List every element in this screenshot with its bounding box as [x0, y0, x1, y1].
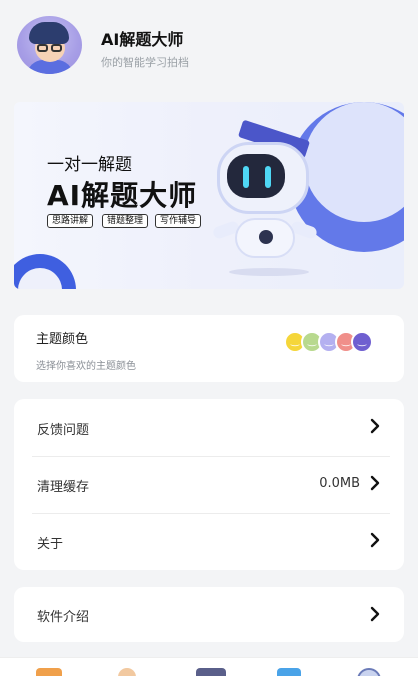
promo-banner[interactable]: 一对一解题 AI解题大师 思路讲解 错题整理 写作辅导 [14, 102, 404, 289]
profile-header: AI解题大师 你的智能学习拍档 [0, 0, 418, 92]
theme-title: 主题颜色 [36, 332, 89, 347]
banner-tag: 思路讲解 [47, 214, 94, 228]
bottom-tab-bar [0, 657, 418, 676]
banner-tag: 写作辅导 [155, 214, 202, 228]
menu-item-label: 清理缓存 [37, 480, 90, 495]
person-icon[interactable] [118, 668, 136, 676]
menu-item-software-intro[interactable]: 软件介绍 [14, 587, 404, 642]
avatar[interactable] [17, 16, 82, 74]
banner-tag: 错题整理 [102, 214, 149, 228]
chevron-right-icon [370, 606, 380, 622]
star-badge-icon [259, 230, 273, 244]
menu-item-about[interactable]: 关于 [14, 513, 404, 570]
gift-icon[interactable] [36, 668, 62, 676]
chevron-right-icon [370, 418, 380, 434]
app-subtitle: 你的智能学习拍档 [101, 56, 189, 69]
theme-subtitle: 选择你喜欢的主题颜色 [36, 361, 136, 372]
menu-item-feedback[interactable]: 反馈问题 [14, 399, 404, 456]
menu-item-label: 关于 [37, 537, 64, 552]
banner-title: AI解题大师 [47, 179, 198, 212]
settings-menu: 反馈问题 清理缓存 0.0MB 关于 [14, 399, 404, 570]
cache-size: 0.0MB [319, 476, 360, 491]
menu-item-clear-cache[interactable]: 清理缓存 0.0MB [14, 456, 404, 513]
hat-icon[interactable] [196, 668, 226, 676]
robot-illustration [209, 119, 329, 280]
chevron-right-icon [370, 532, 380, 548]
menu-item-label: 软件介绍 [37, 610, 90, 625]
theme-swatch-purple[interactable]: ‿ [351, 331, 373, 353]
book-icon[interactable] [277, 668, 301, 676]
app-title: AI解题大师 [101, 30, 184, 49]
chevron-right-icon [370, 475, 380, 491]
search-icon[interactable] [357, 668, 381, 676]
menu-item-label: 反馈问题 [37, 423, 90, 438]
banner-headline: 一对一解题 [47, 155, 132, 175]
